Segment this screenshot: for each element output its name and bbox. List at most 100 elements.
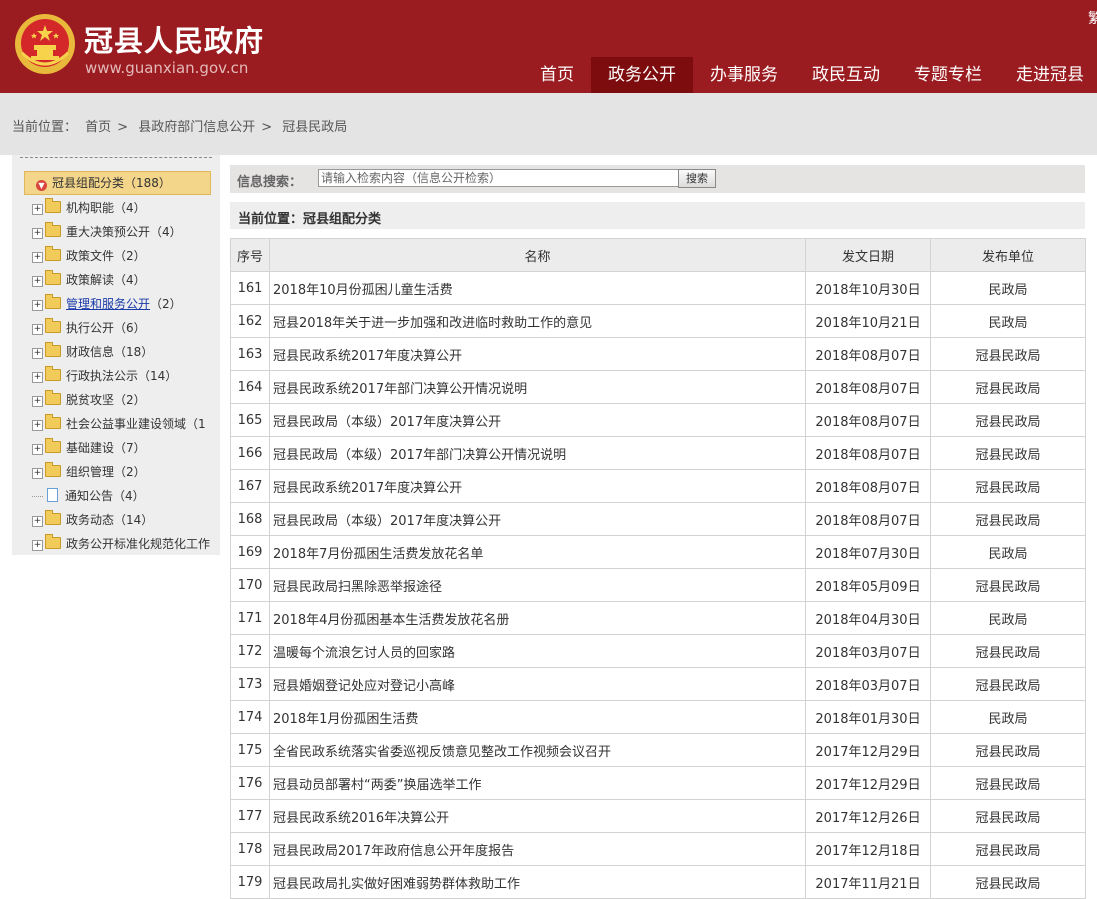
search-input[interactable]: 请输入检索内容（信息公开检索） [318, 169, 680, 187]
document-title-link[interactable]: 冠县民政局（本级）2017年部门决算公开情况说明 [269, 436, 806, 470]
document-title-link[interactable]: 温暖每个流浪乞讨人员的回家路 [269, 634, 806, 668]
tree-item-label[interactable]: 财政信息（18） [66, 345, 153, 359]
row-number: 171 [230, 601, 270, 635]
tree-item[interactable]: + 脱贫攻坚（2） [32, 388, 220, 412]
nav-item[interactable]: 首页 [523, 57, 591, 93]
document-title-link[interactable]: 冠县民政局2017年政府信息公开年度报告 [269, 832, 806, 866]
tree-item[interactable]: 通知公告（4） [32, 484, 220, 508]
expand-icon[interactable]: + [32, 396, 43, 407]
document-title-link[interactable]: 冠县民政系统2017年部门决算公开情况说明 [269, 370, 806, 404]
document-title-link[interactable]: 冠县民政局（本级）2017年度决算公开 [269, 502, 806, 536]
document-title-link[interactable]: 2018年4月份孤困基本生活费发放花名册 [269, 601, 806, 635]
tree-item-label[interactable]: 组织管理（2） [66, 465, 146, 479]
tree-item-label[interactable]: 行政执法公示（14） [66, 369, 177, 383]
national-emblem-icon[interactable] [14, 13, 76, 75]
folder-icon [45, 510, 61, 525]
expand-icon[interactable]: + [32, 228, 43, 239]
tree-item[interactable]: + 财政信息（18） [32, 340, 220, 364]
table-row: 176 冠县动员部署村“两委”换届选举工作 2017年12月29日 冠县民政局 [230, 766, 1086, 800]
tree-item[interactable]: + 重大决策预公开（4） [32, 220, 220, 244]
table-row: 173 冠县婚姻登记处应对登记小高峰 2018年03月07日 冠县民政局 [230, 667, 1086, 701]
nav-item[interactable]: 专题专栏 [897, 57, 999, 93]
nav-item[interactable]: 政民互动 [795, 57, 897, 93]
nav-item[interactable]: 政务公开 [591, 57, 693, 93]
tree-item[interactable]: + 行政执法公示（14） [32, 364, 220, 388]
tree-item-label[interactable]: 政务动态（14） [66, 513, 153, 527]
document-title-link[interactable]: 冠县民政系统2017年度决算公开 [269, 469, 806, 503]
document-title-link[interactable]: 冠县民政局扎实做好困难弱势群体救助工作 [269, 865, 806, 899]
publish-date: 2017年12月29日 [805, 766, 931, 800]
tree-item-label[interactable]: 政务公开标准化规范化工作 [66, 537, 210, 551]
tree-item[interactable]: + 政务动态（14） [32, 508, 220, 532]
document-title-link[interactable]: 冠县婚姻登记处应对登记小高峰 [269, 667, 806, 701]
document-title-link[interactable]: 全省民政系统落实省委巡视反馈意见整改工作视频会议召开 [269, 733, 806, 767]
tree-item[interactable]: + 机构职能（4） [32, 196, 220, 220]
document-title-link[interactable]: 2018年7月份孤困生活费发放花名单 [269, 535, 806, 569]
breadcrumb-dept-info[interactable]: 县政府部门信息公开 [138, 120, 255, 135]
table-row: 168 冠县民政局（本级）2017年度决算公开 2018年08月07日 冠县民政局 [230, 502, 1086, 536]
collapse-icon[interactable]: ▼ [36, 180, 47, 191]
tree-item[interactable]: + 组织管理（2） [32, 460, 220, 484]
tree-item[interactable]: + 基础建设（7） [32, 436, 220, 460]
tree-item[interactable]: + 社会公益事业建设领域（1 [32, 412, 220, 436]
document-title-link[interactable]: 冠县民政系统2017年度决算公开 [269, 337, 806, 371]
document-title-link[interactable]: 冠县民政局扫黑除恶举报途径 [269, 568, 806, 602]
publishing-unit: 冠县民政局 [930, 469, 1086, 503]
tree-item-label[interactable]: 政策解读（4） [66, 273, 146, 287]
tree-item[interactable]: + 政策解读（4） [32, 268, 220, 292]
tree-item-label[interactable]: 脱贫攻坚（2） [66, 393, 146, 407]
nav-item[interactable]: 办事服务 [693, 57, 795, 93]
expand-icon[interactable]: + [32, 300, 43, 311]
search-button[interactable]: 搜索 [678, 169, 716, 188]
publish-date: 2017年12月29日 [805, 733, 931, 767]
tree-item[interactable]: + 政务公开标准化规范化工作 [32, 532, 220, 556]
document-title-link[interactable]: 冠县民政局（本级）2017年度决算公开 [269, 403, 806, 437]
tree-item-label[interactable]: 管理和服务公开 [66, 297, 150, 311]
traditional-chinese-toggle[interactable]: 繁 [1088, 8, 1097, 28]
document-title-link[interactable]: 冠县动员部署村“两委”换届选举工作 [269, 766, 806, 800]
expand-icon[interactable]: + [32, 420, 43, 431]
tree-item-label[interactable]: 社会公益事业建设领域（1 [66, 417, 206, 431]
row-number: 175 [230, 733, 270, 767]
expand-icon[interactable]: + [32, 348, 43, 359]
nav-item[interactable]: 走进冠县 [999, 57, 1097, 93]
site-header: 冠县人民政府 www.guanxian.gov.cn 繁 首页 政务公开 办事服务政… [0, 0, 1097, 93]
tree-root-item[interactable]: ▼ 冠县组配分类（188） [24, 171, 211, 195]
document-title-link[interactable]: 冠县2018年关于进一步加强和改进临时救助工作的意见 [269, 304, 806, 338]
breadcrumb-current[interactable]: 冠县民政局 [282, 120, 347, 135]
expand-icon[interactable]: + [32, 276, 43, 287]
document-title-link[interactable]: 2018年1月份孤困生活费 [269, 700, 806, 734]
tree-item-label[interactable]: 机构职能（4） [66, 201, 146, 215]
tree-item-label[interactable]: 重大决策预公开（4） [66, 225, 182, 239]
publishing-unit: 冠县民政局 [930, 502, 1086, 536]
column-header-unit: 发布单位 [930, 238, 1086, 272]
folder-icon [45, 366, 61, 381]
expand-icon[interactable]: + [32, 204, 43, 215]
expand-icon[interactable]: + [32, 372, 43, 383]
publishing-unit: 冠县民政局 [930, 799, 1086, 833]
tree-item-label[interactable]: 基础建设（7） [66, 441, 146, 455]
tree-item[interactable]: + 管理和服务公开（2） [32, 292, 220, 316]
document-title-link[interactable]: 冠县民政系统2016年决算公开 [269, 799, 806, 833]
expand-icon[interactable]: + [32, 468, 43, 479]
site-title[interactable]: 冠县人民政府 [84, 18, 264, 60]
row-number: 166 [230, 436, 270, 470]
breadcrumb-prefix: 当前位置： [12, 120, 78, 135]
table-row: 175 全省民政系统落实省委巡视反馈意见整改工作视频会议召开 2017年12月29日… [230, 733, 1086, 767]
tree-item[interactable]: + 政策文件（2） [32, 244, 220, 268]
breadcrumb-home[interactable]: 首页 [85, 120, 111, 135]
expand-icon[interactable]: + [32, 444, 43, 455]
tree-item[interactable]: + 执行公开（6） [32, 316, 220, 340]
tree-item-label[interactable]: 通知公告（4） [65, 489, 145, 503]
expand-icon[interactable]: + [32, 540, 43, 551]
document-title-link[interactable]: 2018年10月份孤困儿童生活费 [269, 271, 806, 305]
expand-icon[interactable]: + [32, 516, 43, 527]
publish-date: 2018年08月07日 [805, 370, 931, 404]
table-row: 161 2018年10月份孤困儿童生活费 2018年10月30日 民政局 [230, 271, 1086, 305]
tree-item-label[interactable]: 执行公开（6） [66, 321, 146, 335]
expand-icon[interactable]: + [32, 324, 43, 335]
column-header-date: 发文日期 [805, 238, 931, 272]
expand-icon[interactable]: + [32, 252, 43, 263]
tree-item-label[interactable]: 政策文件（2） [66, 249, 146, 263]
search-label: 信息搜索： [237, 175, 303, 190]
